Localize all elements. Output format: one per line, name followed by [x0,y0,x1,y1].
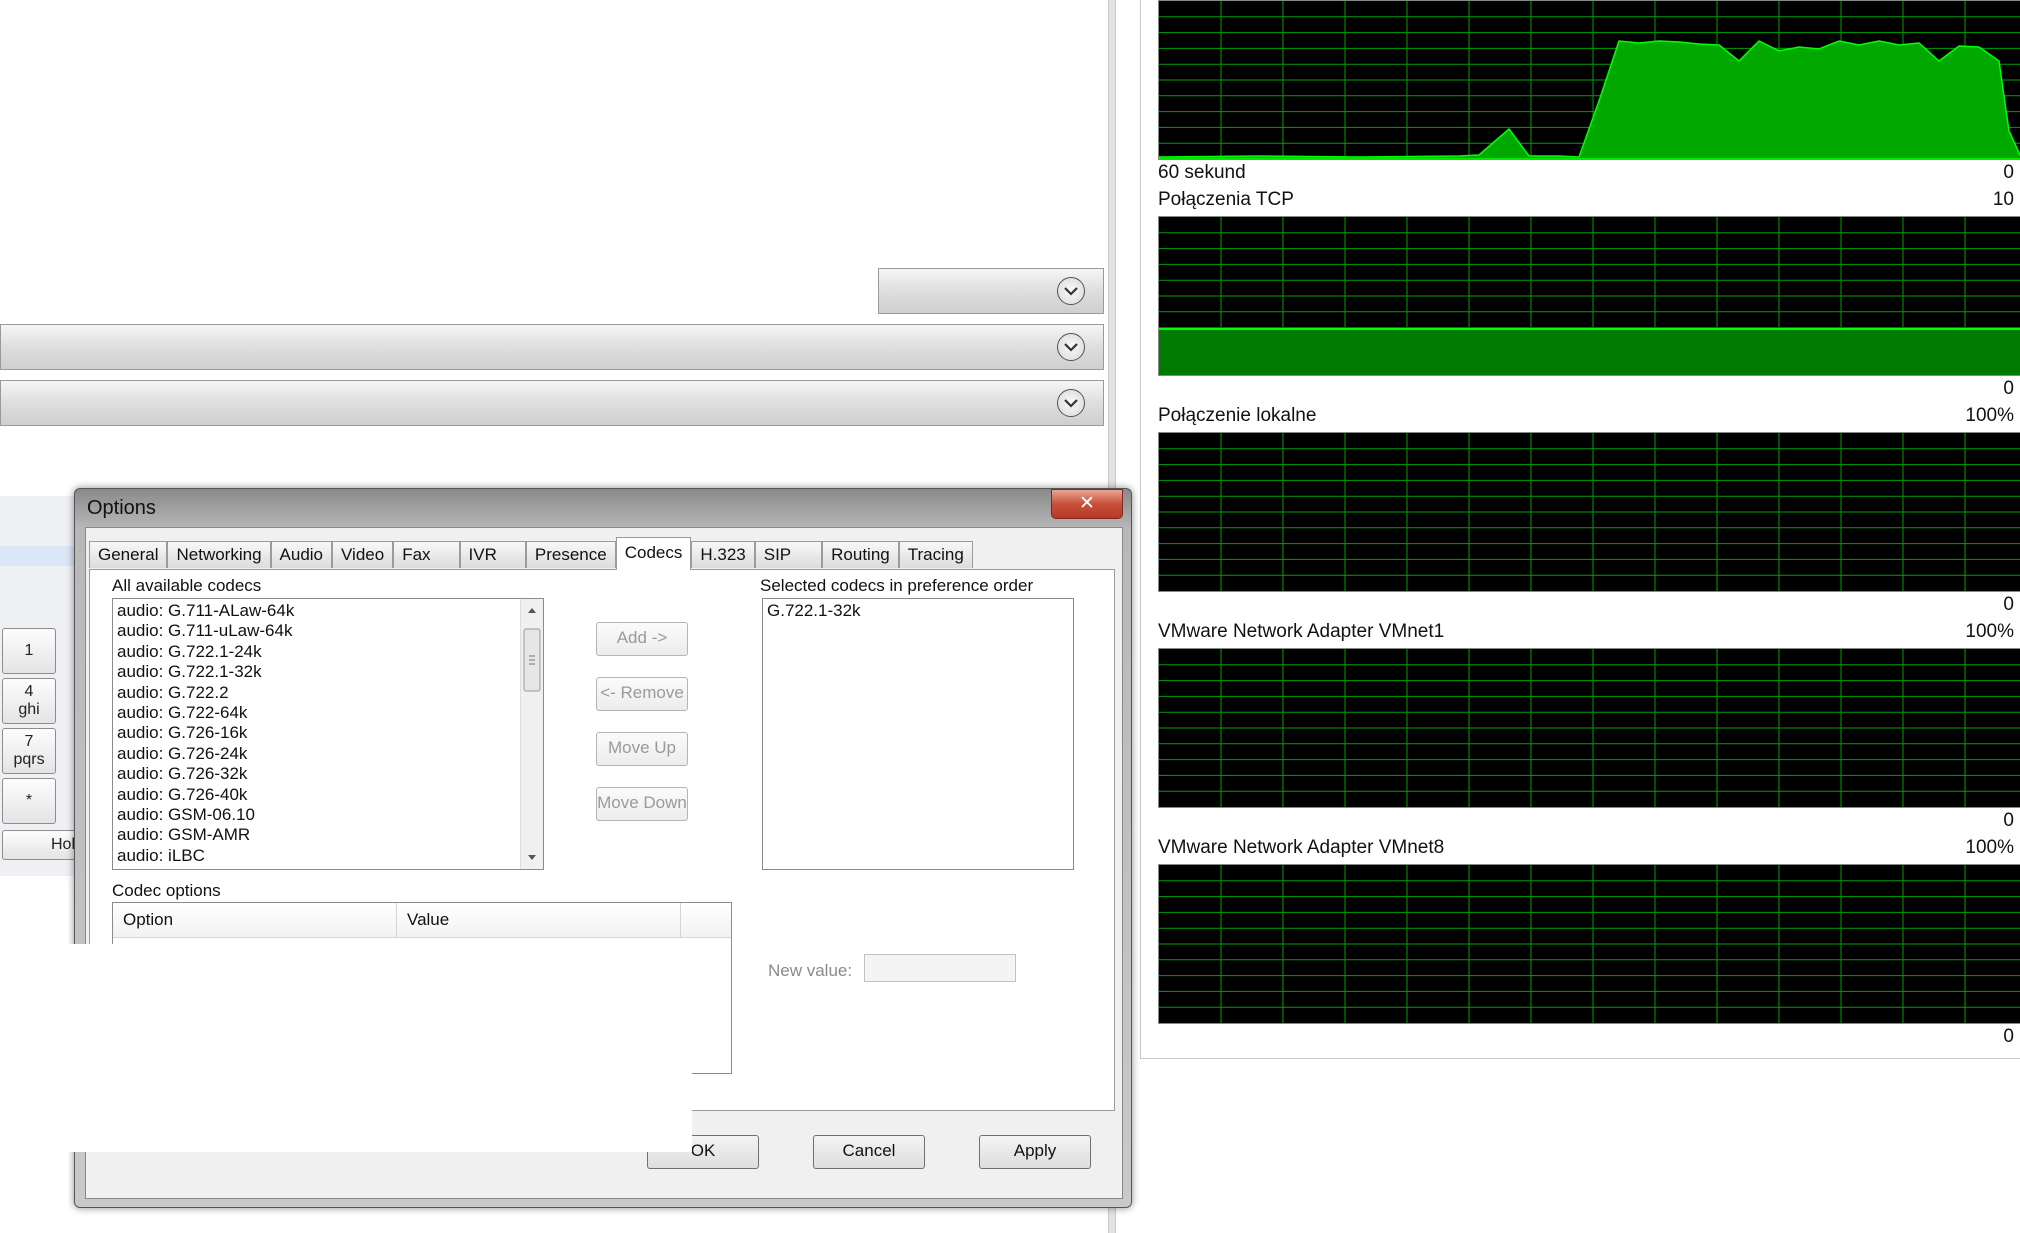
dial-key-sub: ghi [18,701,40,718]
network-graph-4 [1158,648,2020,808]
graph-2-min: 0 [2003,378,2014,399]
codec-list-item[interactable]: audio: GSM-AMR [113,825,543,845]
column-option[interactable]: Option [113,903,397,937]
codec-list-item[interactable]: audio: iLBC [113,846,543,866]
apply-button[interactable]: Apply [979,1135,1091,1169]
tab-general[interactable]: General [89,541,168,568]
network-graph-1 [1158,0,2020,160]
dial-key-star[interactable]: * [2,778,56,824]
chevron-down-icon[interactable] [1057,333,1085,361]
all-codecs-list[interactable]: audio: G.711-ALaw-64k audio: G.711-uLaw-6… [112,598,544,870]
tab-presence[interactable]: Presence [525,541,616,568]
codec-list-item[interactable]: audio: G.726-24k [113,744,543,764]
dialer-header-stripe [0,546,76,566]
table-header: Option Value [113,903,731,938]
graph-2-title: Połączenia TCP [1158,189,1294,210]
tab-fax[interactable]: Fax [393,541,460,568]
codec-list-item[interactable]: audio: G.726-40k [113,785,543,805]
all-codecs-label: All available codecs [112,576,262,595]
cancel-button[interactable]: Cancel [813,1135,925,1169]
move-down-button[interactable]: Move Down [596,787,688,821]
new-value-input[interactable] [864,954,1016,982]
time-span-label: 60 sekund [1158,162,1246,183]
selected-codec-item[interactable]: G.722.1-32k [763,599,1073,621]
tab-ivr[interactable]: IVR [459,541,526,568]
network-graph-5 [1158,864,2020,1024]
dial-key-7[interactable]: 7 pqrs [2,728,56,774]
hold-label: Hol [50,836,75,853]
tcp-connections-band [1159,327,2020,375]
white-overlay-left [0,882,68,1233]
tab-strip: General Networking Audio Video Fax IVR P… [89,537,973,570]
tab-codecs[interactable]: Codecs [615,537,692,570]
codec-list-item[interactable]: audio: GSM-06.10 [113,805,543,825]
tab-video[interactable]: Video [332,541,394,568]
hold-button[interactable]: Hol [2,830,76,860]
codec-options-label: Codec options [112,881,221,900]
scroll-up-icon[interactable] [528,608,536,613]
column-value[interactable]: Value [397,903,681,937]
graph-4-min: 0 [2003,810,2014,831]
new-value-label: New value: [768,961,853,980]
codec-list-item[interactable]: audio: G.722.1-32k [113,662,543,682]
tab-audio[interactable]: Audio [270,541,333,568]
collapsible-bar-3[interactable] [0,380,1104,426]
tab-routing[interactable]: Routing [822,541,899,568]
dial-key-main: 1 [24,642,34,659]
codec-list-item[interactable]: audio: G.726-32k [113,764,543,784]
network-graph-3 [1158,432,2020,592]
add-button[interactable]: Add -> [596,622,688,656]
close-icon: ✕ [1079,492,1095,514]
graph-3-title: Połączenie lokalne [1158,405,1317,426]
close-button[interactable]: ✕ [1051,489,1123,519]
all-codecs-items: audio: G.711-ALaw-64k audio: G.711-uLaw-6… [113,599,543,866]
tab-sip[interactable]: SIP [754,541,823,568]
codec-list-item[interactable]: audio: G.711-ALaw-64k [113,601,543,621]
dial-key-main: * [25,792,33,809]
graph-4-max: 100% [1965,621,2014,642]
chevron-down-icon[interactable] [1057,277,1085,305]
graph-traffic-area [1159,40,2020,159]
selected-codecs-label: Selected codecs in preference order [760,576,1034,595]
graph-4-title: VMware Network Adapter VMnet1 [1158,621,1445,642]
graph-5-min: 0 [2003,1026,2014,1047]
tab-tracing[interactable]: Tracing [898,541,973,568]
chevron-down-icon[interactable] [1057,389,1085,417]
collapsible-bar-1[interactable] [878,268,1104,314]
dial-key-sub: pqrs [13,751,45,768]
dialog-title: Options [87,497,156,519]
dial-key-main: 7 [24,733,34,750]
white-overlay [68,944,692,1152]
graph-2-max: 10 [1992,189,2014,210]
selected-codecs-list[interactable]: G.722.1-32k [762,598,1074,870]
dial-key-4[interactable]: 4 ghi [2,678,56,724]
tab-networking[interactable]: Networking [167,541,271,568]
tab-h323[interactable]: H.323 [691,541,755,568]
remove-button[interactable]: <- Remove [596,677,688,711]
graph-3-max: 100% [1965,405,2014,426]
codec-list-item[interactable]: audio: G.722.2 [113,683,543,703]
network-graph-2 [1158,216,2020,376]
graph-5-max: 100% [1965,837,2014,858]
codec-list-item[interactable]: audio: G.726-16k [113,723,543,743]
collapsible-bar-2[interactable] [0,324,1104,370]
codec-list-item[interactable]: audio: G.722-64k [113,703,543,723]
move-up-button[interactable]: Move Up [596,732,688,766]
graph-5-title: VMware Network Adapter VMnet8 [1158,837,1445,858]
codec-list-item[interactable]: audio: G.711-uLaw-64k [113,621,543,641]
codec-list-item[interactable]: audio: G.722.1-24k [113,642,543,662]
dial-key-main: 4 [24,683,34,700]
graph-3-min: 0 [2003,594,2014,615]
dial-key-1[interactable]: 1 [2,628,56,674]
graph-1-min: 0 [2003,162,2014,183]
codec-list-scrollbar[interactable] [520,599,543,869]
scroll-down-icon[interactable] [528,855,536,860]
